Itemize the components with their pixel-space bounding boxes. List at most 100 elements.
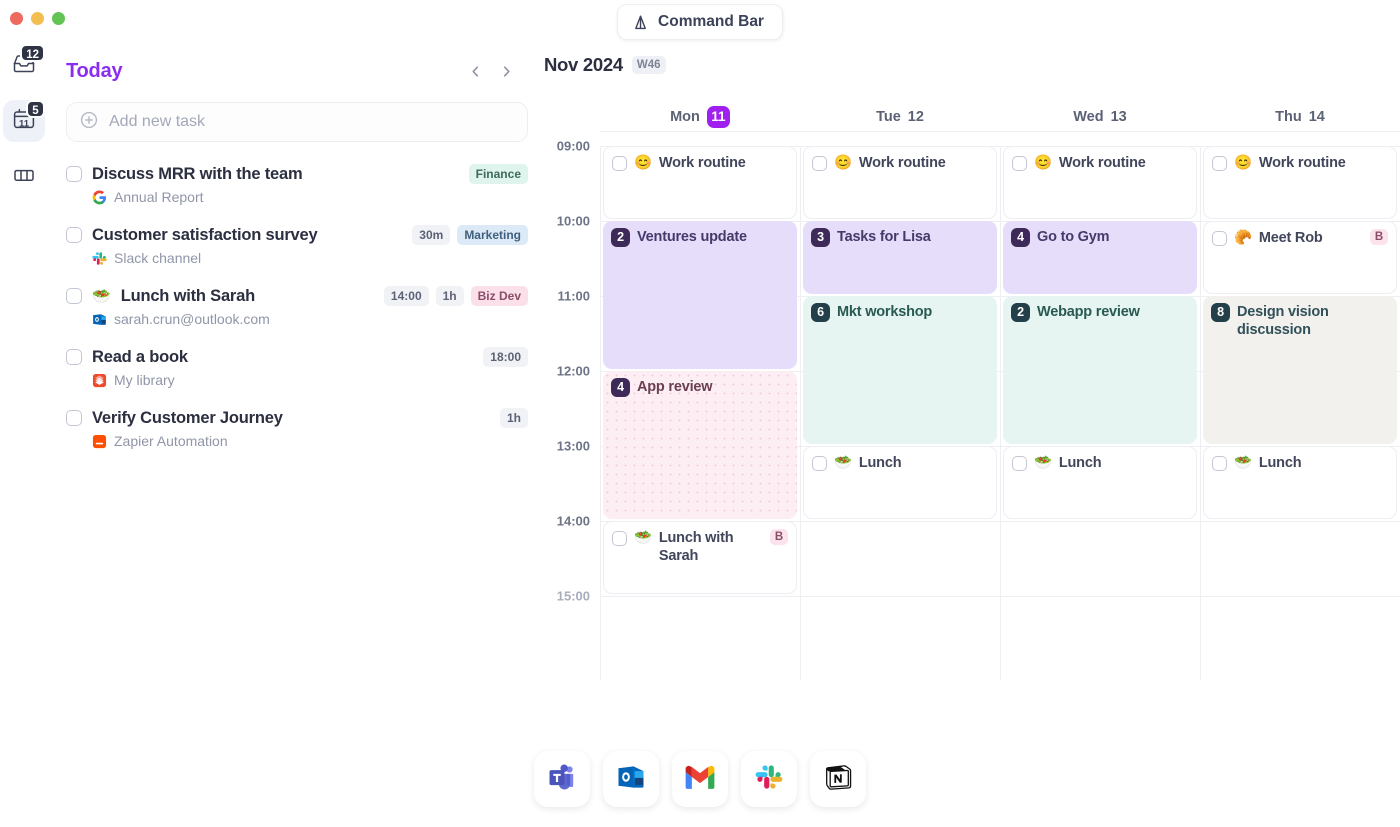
add-task-input[interactable]: Add new task (109, 113, 205, 131)
slack-icon (92, 251, 107, 266)
task-checkbox[interactable] (66, 227, 82, 243)
calendar-event[interactable]: 4 App review (603, 371, 797, 519)
list-item[interactable]: 🥗 Lunch with Sarah 14:00 1h Biz Dev sara… (66, 286, 528, 327)
event-checkbox[interactable] (1212, 456, 1227, 471)
time-label: 11:00 (557, 288, 590, 304)
task-checkbox[interactable] (66, 410, 82, 426)
dock-app-gmail[interactable] (672, 751, 728, 807)
calendar-event[interactable]: 😊 Work routine (803, 146, 997, 219)
task-time[interactable]: 14:00 (383, 286, 429, 306)
task-checkbox[interactable] (66, 349, 82, 365)
event-checkbox[interactable] (812, 456, 827, 471)
time-gutter: 09:00 10:00 11:00 12:00 13:00 14:00 15:00 (540, 139, 600, 680)
sidebar-item-calendar[interactable]: 11 5 (3, 100, 45, 142)
page-title: Today (66, 59, 123, 82)
event-checkbox[interactable] (1012, 456, 1027, 471)
calendar-day-header-thu[interactable]: Thu 14 (1200, 106, 1400, 128)
calendar-day-header-tue[interactable]: Tue 12 (800, 106, 1000, 128)
task-duration[interactable]: 30m (412, 225, 451, 245)
calendar-day-column[interactable]: 😊 Work routine 3 Tasks for Lisa 6 Mkt worksho… (800, 146, 1000, 680)
calendar-event[interactable]: 🥗 Lunch (803, 446, 997, 519)
calendar-day-column[interactable]: 😊 Work routine 2 Ventures update 4 App review… (600, 146, 800, 680)
calendar-event[interactable]: 2 Webapp review (1003, 296, 1197, 444)
minimize-window-button[interactable] (31, 12, 44, 25)
list-item[interactable]: Customer satisfaction survey 30m Marketi… (66, 225, 528, 266)
command-bar-button[interactable]: Command Bar (617, 4, 783, 40)
add-task-row[interactable]: Add new task (66, 102, 528, 142)
calendar-grid: 09:00 10:00 11:00 12:00 13:00 14:00 15:00 😊 Wor… (540, 131, 1400, 680)
calendar-panel: Nov 2024 W46 Mon 11 Tue 12 Wed 13 Thu 14… (540, 54, 1400, 680)
sidebar-item-inbox[interactable]: 12 (3, 44, 45, 86)
calendar-event[interactable]: 8 Design vision discussion (1203, 296, 1397, 444)
calendar-event[interactable]: 😊 Work routine (603, 146, 797, 219)
status-badge[interactable]: Finance (468, 164, 528, 184)
event-title: Meet Rob (1258, 230, 1323, 246)
event-title: Lunch (858, 455, 902, 471)
event-title: Lunch (1258, 455, 1302, 471)
event-title: Work routine (1058, 155, 1146, 171)
calendar-day-header-wed[interactable]: Wed 13 (1000, 106, 1200, 128)
calendar-event[interactable]: 😊 Work routine (1003, 146, 1197, 219)
calendar-day-column[interactable]: 😊 Work routine 🥐 Meet Rob B 8 Design vision di… (1200, 146, 1400, 680)
list-item[interactable]: Discuss MRR with the team Finance Annual… (66, 164, 528, 205)
chevron-right-icon[interactable] (499, 64, 514, 79)
calendar-event[interactable]: 🥗 Lunch (1203, 446, 1397, 519)
task-source-label: Zapier Automation (114, 433, 228, 449)
event-checkbox[interactable] (812, 156, 827, 171)
sidebar-item-board[interactable] (3, 156, 45, 198)
calendar-event[interactable]: 3 Tasks for Lisa (803, 221, 997, 294)
dock-app-notion[interactable] (810, 751, 866, 807)
task-source-label: Slack channel (114, 250, 202, 266)
calendar-event[interactable]: 6 Mkt workshop (803, 296, 997, 444)
event-title: Work routine (658, 155, 746, 171)
list-item[interactable]: Read a book 18:00 My library (66, 347, 528, 388)
dock-app-microsoft-teams[interactable] (534, 751, 590, 807)
list-item[interactable]: Verify Customer Journey 1h Zapier Automa… (66, 408, 528, 449)
dock-app-slack[interactable] (741, 751, 797, 807)
task-title: Customer satisfaction survey (92, 225, 318, 244)
slack-icon (755, 763, 783, 796)
status-badge[interactable]: Biz Dev (470, 286, 528, 306)
event-checkbox[interactable] (1012, 156, 1027, 171)
event-title: Lunch (1058, 455, 1102, 471)
maximize-window-button[interactable] (52, 12, 65, 25)
event-count-badge: 4 (611, 378, 630, 397)
event-title: App review (637, 379, 713, 395)
event-b-flag-badge: B (769, 529, 788, 545)
event-checkbox[interactable] (1212, 156, 1227, 171)
calendar-event[interactable]: 🥗 Lunch with Sarah B (603, 521, 797, 594)
event-checkbox[interactable] (612, 531, 627, 546)
notion-icon (823, 762, 853, 797)
day-number-today: 11 (706, 106, 730, 128)
calendar-day-column[interactable]: 😊 Work routine 4 Go to Gym 2 Webapp review 🥗 Lu… (1000, 146, 1200, 680)
dock-app-microsoft-outlook[interactable] (603, 751, 659, 807)
salad-emoji-icon: 🥗 (92, 288, 111, 305)
calendar-day-number: 11 (18, 118, 30, 130)
books-icon (92, 373, 107, 388)
calendar-event[interactable]: 2 Ventures update (603, 221, 797, 369)
event-title: Lunch with Sarah (658, 530, 734, 565)
outlook-icon (616, 762, 646, 797)
day-gridline (600, 146, 601, 680)
weekday-label: Mon (670, 109, 700, 125)
event-checkbox[interactable] (1212, 231, 1227, 246)
day-number: 12 (907, 109, 924, 125)
event-title: Ventures update (637, 229, 747, 245)
close-window-button[interactable] (10, 12, 23, 25)
task-duration[interactable]: 1h (499, 408, 528, 428)
task-checkbox[interactable] (66, 288, 82, 304)
status-badge[interactable]: Marketing (457, 225, 528, 245)
calendar-event[interactable]: 😊 Work routine (1203, 146, 1397, 219)
calendar-grid-body[interactable]: 😊 Work routine 2 Ventures update 4 App review… (600, 131, 1400, 680)
calendar-event[interactable]: 🥗 Lunch (1003, 446, 1197, 519)
event-checkbox[interactable] (612, 156, 627, 171)
task-checkbox[interactable] (66, 166, 82, 182)
chevron-left-icon[interactable] (468, 64, 483, 79)
calendar-event[interactable]: 🥐 Meet Rob B (1203, 221, 1397, 294)
time-label: 09:00 (556, 138, 590, 154)
task-title: Discuss MRR with the team (92, 164, 303, 183)
calendar-day-header-mon[interactable]: Mon 11 (600, 106, 800, 128)
task-time[interactable]: 18:00 (483, 347, 528, 367)
task-duration[interactable]: 1h (435, 286, 464, 306)
calendar-event[interactable]: 4 Go to Gym (1003, 221, 1197, 294)
